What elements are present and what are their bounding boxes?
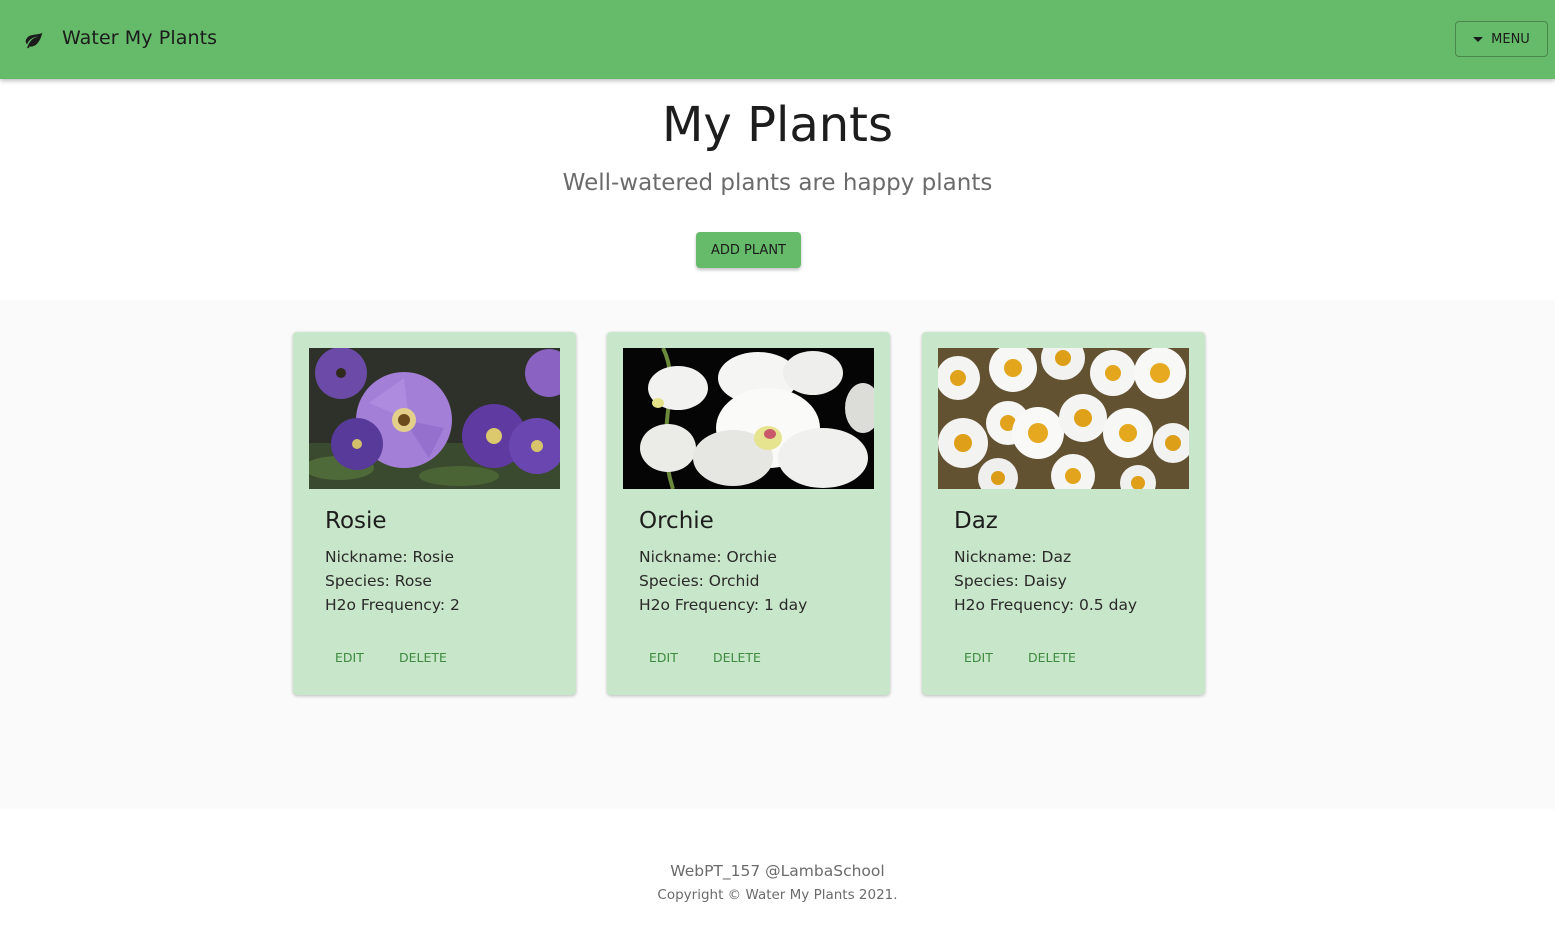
plant-card: Orchie Nickname: Orchie Species: Orchid … <box>607 332 890 695</box>
edit-button[interactable]: EDIT <box>954 642 1003 672</box>
purple-petunia-photo <box>309 348 560 489</box>
leaf-icon <box>25 32 43 49</box>
add-plant-button[interactable]: ADD PLANT <box>696 232 801 268</box>
plant-card: Daz Nickname: Daz Species: Daisy H2o Fre… <box>922 332 1205 695</box>
delete-button[interactable]: DELETE <box>389 642 457 672</box>
plant-name: Rosie <box>325 508 387 534</box>
footer: WebPT_157 @LambaSchool Copyright © Water… <box>0 809 1555 930</box>
app-bar: Water My Plants MENU <box>0 0 1555 79</box>
edit-button[interactable]: EDIT <box>639 642 688 672</box>
edit-button[interactable]: EDIT <box>325 642 374 672</box>
app-title[interactable]: Water My Plants <box>62 27 217 49</box>
menu-button-label: MENU <box>1491 31 1530 47</box>
menu-button[interactable]: MENU <box>1455 21 1548 57</box>
footer-credit: WebPT_157 @LambaSchool <box>670 862 885 880</box>
plant-frequency: H2o Frequency: 1 day <box>639 596 808 614</box>
plant-nickname: Nickname: Daz <box>954 548 1072 566</box>
plant-species: Species: Daisy <box>954 572 1067 590</box>
plant-nickname: Nickname: Rosie <box>325 548 454 566</box>
plant-nickname: Nickname: Orchie <box>639 548 777 566</box>
plant-frequency: H2o Frequency: 2 <box>325 596 460 614</box>
page-title: My Plants <box>661 97 894 153</box>
plant-species: Species: Rose <box>325 572 432 590</box>
hero-section: My Plants Well-watered plants are happy … <box>0 79 1555 300</box>
footer-copyright: Copyright © Water My Plants 2021. <box>657 887 898 903</box>
daisies-photo <box>938 348 1189 489</box>
page-subtitle: Well-watered plants are happy plants <box>562 170 993 196</box>
plant-name: Daz <box>954 508 998 534</box>
delete-button[interactable]: DELETE <box>703 642 771 672</box>
delete-button[interactable]: DELETE <box>1018 642 1086 672</box>
white-orchid-photo <box>623 348 874 489</box>
plant-card: Rosie Nickname: Rosie Species: Rose H2o … <box>293 332 576 695</box>
plant-grid: Rosie Nickname: Rosie Species: Rose H2o … <box>0 300 1555 809</box>
plant-species: Species: Orchid <box>639 572 760 590</box>
caret-down-icon <box>1473 36 1484 42</box>
plant-frequency: H2o Frequency: 0.5 day <box>954 596 1138 614</box>
plant-name: Orchie <box>639 508 714 534</box>
